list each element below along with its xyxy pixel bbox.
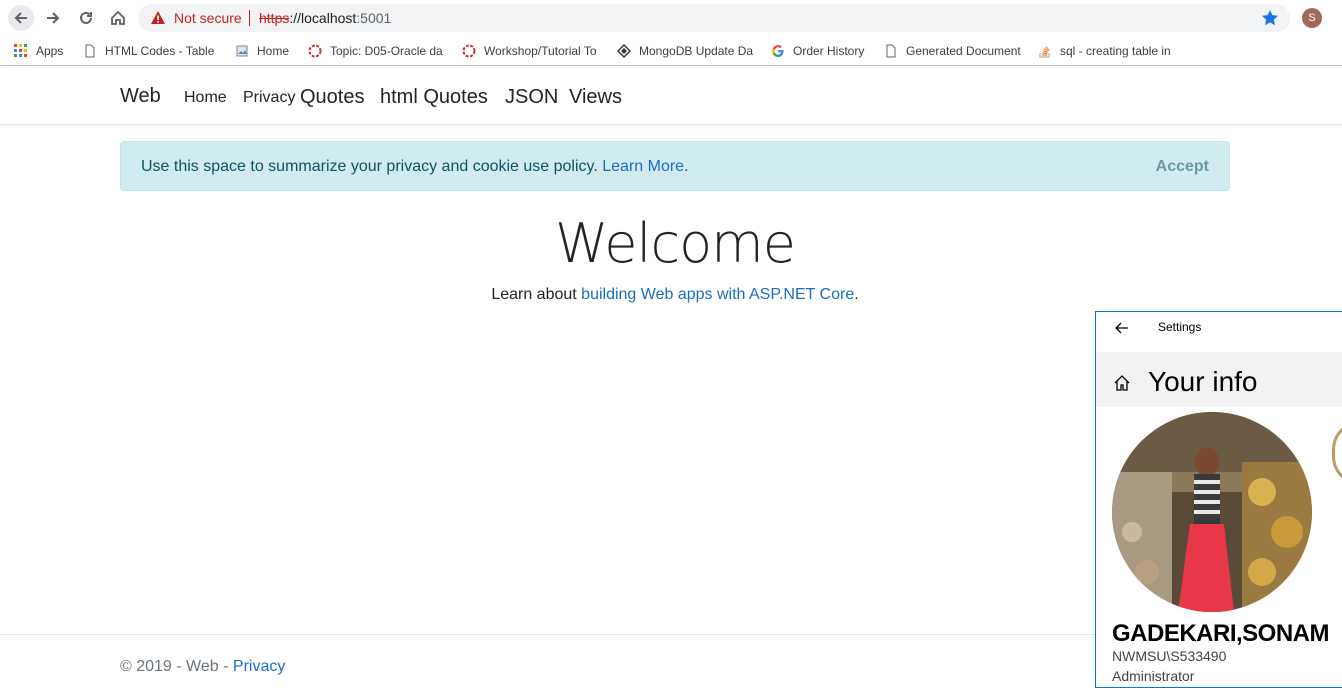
bookmark-label: Generated Document: [906, 44, 1021, 58]
cookie-consent-alert: Use this space to summarize your privacy…: [120, 141, 1230, 191]
bookmark-label: MongoDB Update Da: [639, 44, 754, 58]
bookmark-workshop[interactable]: Workshop/Tutorial To: [462, 43, 600, 59]
nav-link-home[interactable]: Home: [184, 89, 227, 107]
bookmark-mongodb[interactable]: MongoDB Update Da: [617, 43, 755, 59]
nav-link-views[interactable]: Views: [569, 86, 622, 109]
site-navbar: Web Home Privacy Quotes html Quotes JSON…: [0, 68, 1342, 125]
navbar-brand[interactable]: Web: [120, 85, 161, 108]
accept-button[interactable]: Accept: [1156, 158, 1209, 176]
bookmark-apps[interactable]: Apps: [14, 43, 74, 59]
settings-header: Your info: [1096, 352, 1342, 407]
settings-titlebar: Settings: [1096, 312, 1342, 344]
footer-text: © 2019 - Web - Privacy: [120, 658, 285, 676]
home-button[interactable]: [105, 5, 131, 31]
user-role: Administrator: [1112, 668, 1195, 684]
learn-prefix: Learn about: [491, 286, 577, 303]
settings-window-title: Settings: [1158, 320, 1202, 334]
bookmark-sql[interactable]: sql - creating table in: [1038, 43, 1173, 59]
nav-link-quotes[interactable]: Quotes: [300, 86, 364, 109]
url-scheme: https: [259, 10, 290, 26]
bookmark-label: Workshop/Tutorial To: [484, 44, 597, 58]
copyright: © 2019 - Web -: [120, 658, 229, 675]
bookmark-label: Order History: [793, 44, 865, 58]
settings-window: Settings Your info GADEKARI,SONAM NWMSU\: [1095, 311, 1342, 688]
home-icon[interactable]: [1113, 374, 1131, 392]
reload-icon: [80, 11, 92, 24]
cookie-text: Use this space to summarize your privacy…: [141, 158, 598, 175]
page-icon: [85, 44, 95, 58]
oracle-ring-icon: [462, 44, 476, 58]
page-title: Welcome: [554, 212, 796, 275]
back-button[interactable]: [8, 5, 34, 31]
secondary-photo-thumbnail: [1332, 420, 1342, 486]
user-profile-photo: [1112, 412, 1312, 612]
bookmark-topic-oracle[interactable]: Topic: D05-Oracle da: [308, 43, 446, 59]
oracle-ring-icon: [308, 44, 322, 58]
back-arrow-icon[interactable]: [1114, 320, 1130, 336]
google-g-icon: [772, 45, 784, 58]
bookmark-label: sql - creating table in: [1060, 44, 1171, 58]
cookie-message: Use this space to summarize your privacy…: [141, 158, 689, 176]
user-account-name: NWMSU\S533490: [1112, 648, 1227, 664]
user-display-name: GADEKARI,SONAM: [1112, 620, 1330, 647]
home-icon: [111, 10, 125, 25]
bookmark-star-icon[interactable]: [1260, 8, 1280, 28]
url-host: ://localhost: [289, 10, 357, 26]
learn-suffix: .: [854, 286, 859, 303]
learn-more-link[interactable]: Learn More: [602, 158, 684, 175]
nav-link-privacy[interactable]: Privacy: [243, 89, 295, 107]
bookmark-generated-document[interactable]: Generated Document: [884, 43, 1022, 59]
url-text[interactable]: https://localhost:5001: [259, 10, 391, 26]
page-image-icon: [236, 45, 248, 57]
bookmark-order-history[interactable]: Order History: [771, 43, 871, 59]
warning-icon[interactable]: [150, 10, 166, 26]
bookmark-label: Home: [257, 44, 290, 58]
nav-link-html-quotes[interactable]: html Quotes: [380, 86, 488, 109]
arrow-right-icon: [47, 12, 60, 24]
reload-button[interactable]: [73, 5, 99, 31]
bookmark-label: Apps: [36, 44, 64, 58]
profile-avatar[interactable]: S: [1302, 8, 1322, 28]
diamond-icon: [617, 44, 631, 58]
learn-about-text: Learn about building Web apps with ASP.N…: [0, 286, 1342, 304]
browser-toolbar: Not secure https://localhost:5001 S: [0, 0, 1342, 36]
bookmark-home[interactable]: Home: [235, 43, 300, 59]
cookie-period: .: [684, 158, 689, 175]
page-icon: [886, 44, 896, 58]
bookmarks-bar: Apps HTML Codes - Table c Home Topic: D0…: [0, 37, 1342, 66]
aspnet-docs-link[interactable]: building Web apps with ASP.NET Core: [581, 286, 854, 303]
address-bar[interactable]: Not secure https://localhost:5001: [138, 4, 1290, 32]
apps-grid-icon: [14, 44, 27, 57]
forward-button[interactable]: [40, 5, 66, 31]
your-info-heading: Your info: [1148, 366, 1258, 397]
bookmark-html-codes[interactable]: HTML Codes - Table c: [83, 43, 218, 59]
nav-link-json[interactable]: JSON: [505, 86, 558, 109]
not-secure-label[interactable]: Not secure: [174, 10, 242, 26]
arrow-left-icon: [14, 12, 27, 24]
bookmark-label: Topic: D05-Oracle da: [330, 44, 443, 58]
url-port: :5001: [356, 10, 392, 26]
bookmark-label: HTML Codes - Table c: [105, 44, 218, 58]
profile-photo-image: [1112, 412, 1312, 612]
footer-privacy-link[interactable]: Privacy: [233, 658, 285, 675]
stackoverflow-icon: [1039, 46, 1050, 58]
security-divider: [249, 10, 250, 26]
